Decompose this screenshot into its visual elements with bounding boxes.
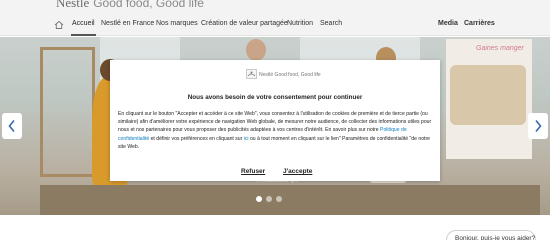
brand-logo[interactable]: Nestlé Good food, Good life (56, 0, 204, 11)
nav-item-nestle-en-france[interactable]: Nestlé en France (101, 20, 154, 27)
consent-logo-text: Nestlé Good food, Good life (259, 72, 321, 78)
hero-table (40, 185, 540, 215)
carousel-dot[interactable] (276, 196, 282, 202)
consent-text-part: et définir vos préférences en cliquant s… (149, 135, 244, 142)
hero-poster: Gaines manger (446, 39, 532, 159)
carousel-dot[interactable] (256, 196, 262, 202)
carousel-next-button[interactable] (528, 113, 548, 139)
nav-item-nutrition[interactable]: Nutrition (287, 20, 313, 27)
carousel-dot[interactable] (266, 196, 272, 202)
nav-item-search[interactable]: Search (320, 20, 342, 27)
top-bar: Nestlé Good food, Good life (0, 0, 550, 14)
nav-item-media[interactable]: Media (438, 20, 458, 27)
consent-actions: Refuser J'accepte (110, 168, 440, 178)
consent-title: Nous avons besoin de votre consentement … (187, 94, 363, 101)
accept-button[interactable]: J'accepte (283, 168, 312, 175)
poster-image (450, 65, 526, 125)
nestle-nest-icon (246, 69, 257, 79)
refuse-button[interactable]: Refuser (241, 168, 265, 175)
nav-item-accueil[interactable]: Accueil (72, 20, 95, 27)
carousel-dots (256, 196, 282, 202)
chat-assistant-button[interactable]: Bonjour, puis-je vous aider? (446, 230, 536, 240)
chevron-right-icon (535, 119, 542, 133)
hero-person-head (246, 39, 266, 61)
carousel-prev-button[interactable] (2, 113, 22, 139)
home-icon[interactable] (54, 20, 64, 30)
chevron-left-icon (8, 119, 15, 133)
nav-item-carrieres[interactable]: Carrières (464, 20, 495, 27)
main-nav: Accueil Nestlé en France Nos marques Cré… (0, 14, 550, 36)
brand-name: Nestlé (56, 0, 90, 10)
nav-item-nos-marques[interactable]: Nos marques (156, 20, 198, 27)
nav-active-indicator (71, 34, 96, 36)
poster-text: Gaines manger (476, 45, 524, 52)
hero-shelf (40, 47, 95, 177)
consent-text: En cliquant sur le bouton "Accepter et a… (118, 110, 434, 151)
consent-dialog: Nestlé Good food, Good life Nous avons b… (110, 60, 440, 181)
brand-tagline: Good food, Good life (93, 0, 204, 10)
nav-item-creation-de-valeur[interactable]: Création de valeur partagée (201, 20, 288, 27)
